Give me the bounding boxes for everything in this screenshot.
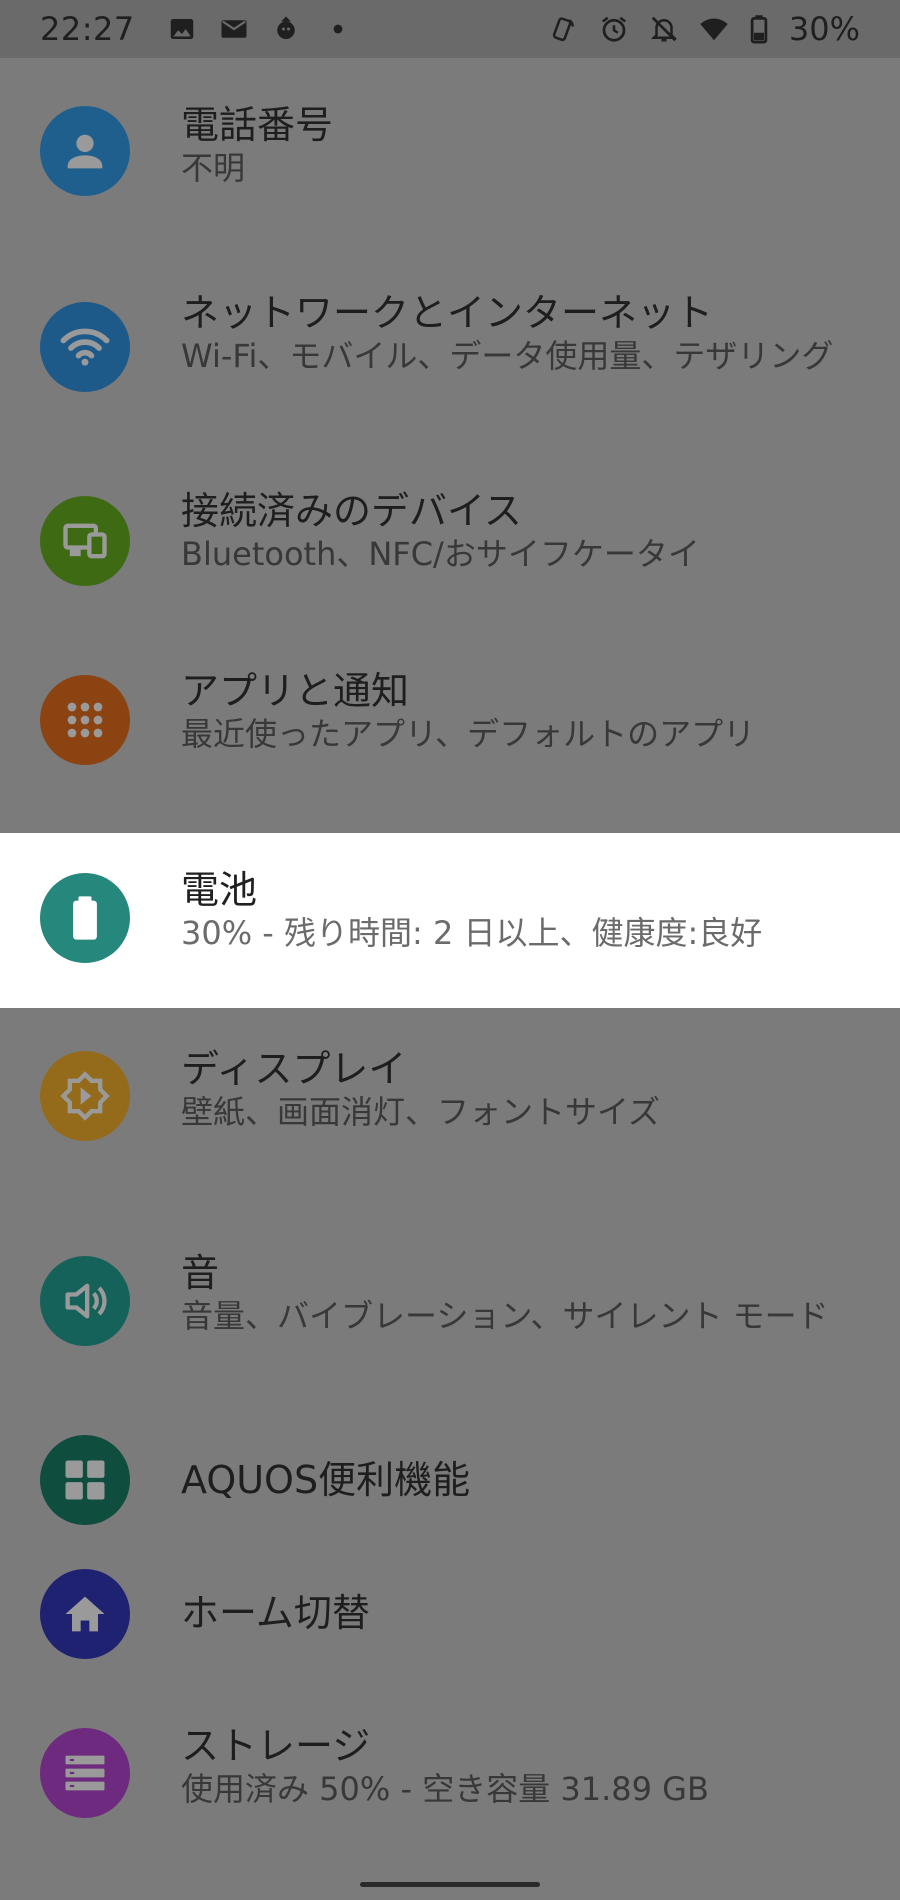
silent-icon — [649, 14, 679, 44]
person-icon — [59, 125, 111, 177]
battery-icon — [59, 892, 111, 944]
settings-item-phone-number[interactable]: 電話番号 不明 — [0, 58, 900, 228]
brightness-icon — [59, 1070, 111, 1122]
settings-item-summary: Bluetooth、NFC/おサイフケータイ — [181, 535, 700, 573]
settings-icon-circle — [40, 1569, 130, 1659]
settings-icon-circle — [40, 873, 130, 963]
settings-item-home-switch[interactable]: ホーム切替 — [0, 1548, 900, 1683]
wifi-icon — [59, 321, 111, 373]
settings-icon-circle — [40, 302, 130, 392]
settings-item-title: ネットワークとインターネット — [181, 291, 714, 335]
settings-icon-circle — [40, 1728, 130, 1818]
settings-item-title: 電話番号 — [181, 103, 334, 147]
apps-grid-icon — [59, 694, 111, 746]
settings-item-apps[interactable]: アプリと通知 最近使ったアプリ、デフォルトのアプリ — [0, 628, 900, 828]
settings-screen: 22:27 30% 電話番号 不明 ネットワークとインターネット Wi-Fi、モ… — [0, 0, 900, 1900]
settings-item-battery[interactable]: 電池 30% - 残り時間: 2 日以上、健康度:良好 — [0, 833, 900, 1008]
settings-icon-circle — [40, 675, 130, 765]
more-dot-icon — [323, 14, 353, 44]
settings-item-aquos-features[interactable]: AQUOS便利機能 — [0, 1413, 900, 1548]
settings-item-network[interactable]: ネットワークとインターネット Wi-Fi、モバイル、データ使用量、テザリング — [0, 228, 900, 448]
volume-icon — [59, 1275, 111, 1327]
status-battery-percent: 30% — [788, 10, 860, 48]
settings-item-title: ホーム切替 — [181, 1591, 370, 1635]
settings-icon-circle — [40, 1256, 130, 1346]
settings-item-summary: 音量、バイブレーション、サイレント モード — [181, 1297, 829, 1335]
status-bar: 22:27 30% — [0, 0, 900, 58]
settings-item-title: 接続済みのデバイス — [181, 489, 522, 533]
settings-item-storage[interactable]: ストレージ 使用済み 50% - 空き容量 31.89 GB — [0, 1683, 900, 1863]
wifi-icon — [699, 14, 729, 44]
mail-icon — [219, 14, 249, 44]
settings-icon-circle — [40, 106, 130, 196]
home-icon — [59, 1588, 111, 1640]
settings-item-summary: Wi-Fi、モバイル、データ使用量、テザリング — [181, 337, 834, 375]
tiles-icon — [59, 1454, 111, 1506]
alarm-icon — [599, 14, 629, 44]
settings-item-title: ディスプレイ — [181, 1047, 407, 1091]
status-notification-icons — [167, 14, 353, 44]
settings-icon-circle — [40, 1435, 130, 1525]
app-notification-icon — [271, 14, 301, 44]
settings-item-summary: 最近使ったアプリ、デフォルトのアプリ — [181, 715, 756, 753]
image-icon — [167, 14, 197, 44]
storage-icon — [59, 1747, 111, 1799]
settings-item-summary: 使用済み 50% - 空き容量 31.89 GB — [181, 1770, 709, 1808]
status-time: 22:27 — [40, 10, 135, 48]
gesture-nav-handle[interactable] — [360, 1882, 540, 1887]
settings-item-connected-devices[interactable]: 接続済みのデバイス Bluetooth、NFC/おサイフケータイ — [0, 448, 900, 628]
settings-icon-circle — [40, 1051, 130, 1141]
status-system-icons: 30% — [549, 10, 860, 48]
settings-item-title: 音 — [181, 1251, 220, 1295]
settings-item-display[interactable]: ディスプレイ 壁紙、画面消灯、フォントサイズ — [0, 1008, 900, 1188]
settings-item-summary: 30% - 残り時間: 2 日以上、健康度:良好 — [181, 914, 763, 952]
settings-item-title: アプリと通知 — [181, 669, 410, 713]
settings-item-title: 電池 — [181, 868, 258, 912]
nfc-icon — [549, 14, 579, 44]
settings-item-title: AQUOS便利機能 — [181, 1458, 471, 1502]
battery-icon — [749, 14, 769, 44]
settings-item-sound[interactable]: 音 音量、バイブレーション、サイレント モード — [0, 1188, 900, 1413]
settings-item-summary: 壁紙、画面消灯、フォントサイズ — [181, 1093, 661, 1131]
settings-icon-circle — [40, 496, 130, 586]
devices-icon — [59, 515, 111, 567]
settings-item-title: ストレージ — [181, 1724, 371, 1768]
settings-item-summary: 不明 — [181, 149, 246, 187]
